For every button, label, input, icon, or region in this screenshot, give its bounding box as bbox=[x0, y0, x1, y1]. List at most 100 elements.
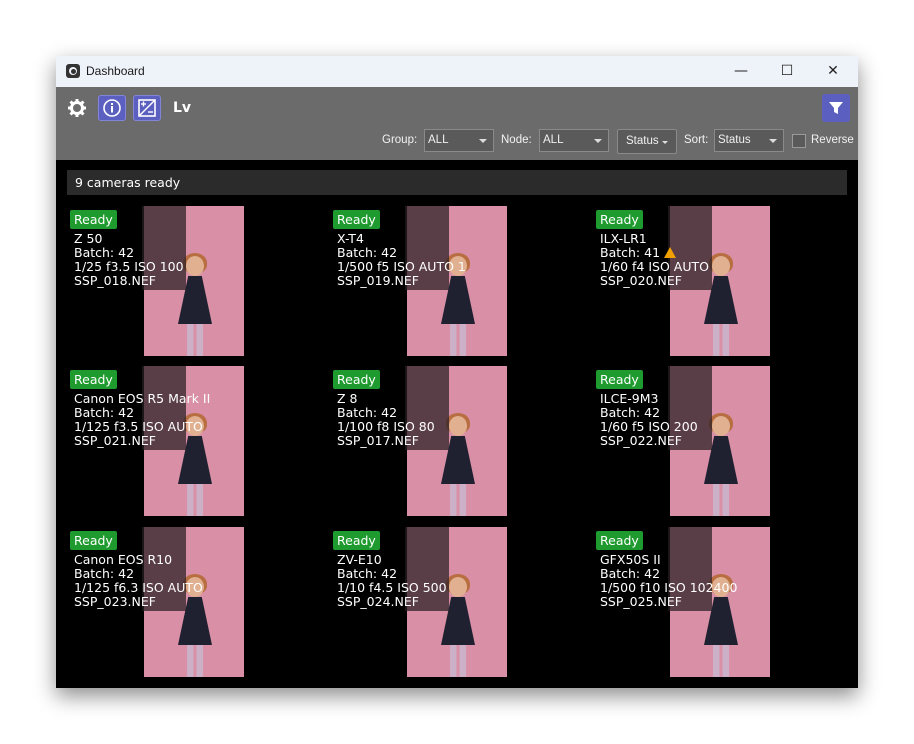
camera-batch: Batch: 41 bbox=[600, 245, 661, 260]
camera-batch: Batch: 42 bbox=[74, 405, 135, 420]
warning-icon bbox=[664, 247, 677, 258]
camera-model: GFX50S II bbox=[600, 552, 661, 567]
camera-card[interactable]: Ready Canon EOS R5 Mark II Batch: 42 1/125 … bbox=[70, 366, 310, 516]
node-label: Node: bbox=[501, 134, 532, 146]
group-select[interactable]: ALL bbox=[424, 129, 494, 152]
status-badge: Ready bbox=[333, 531, 380, 550]
group-label: Group: bbox=[382, 134, 418, 146]
sort-label: Sort: bbox=[684, 134, 709, 146]
status-badge: Ready bbox=[596, 210, 643, 229]
camera-card[interactable]: Ready Z 50 Batch: 42 1/25 f3.5 ISO 100 SSP_0… bbox=[70, 206, 310, 356]
camera-file: SSP_025.NEF bbox=[600, 594, 682, 609]
batch-line: Batch: 42 bbox=[337, 246, 466, 260]
camera-info: Z 8 Batch: 42 1/100 f8 ISO 80 SSP_017.NEF bbox=[337, 392, 435, 448]
title-bar[interactable]: Dashboard — ☐ ✕ bbox=[56, 56, 858, 87]
gear-icon[interactable] bbox=[63, 95, 91, 121]
status-summary: 9 cameras ready bbox=[67, 170, 847, 195]
camera-model: Z 50 bbox=[74, 231, 103, 246]
exposure-icon[interactable] bbox=[133, 95, 161, 121]
camera-model: X-T4 bbox=[337, 231, 364, 246]
camera-info: GFX50S II Batch: 42 1/500 f10 ISO 102400 SS… bbox=[600, 553, 737, 609]
camera-batch: Batch: 42 bbox=[600, 566, 661, 581]
window-title: Dashboard bbox=[86, 64, 145, 78]
camera-info: ZV-E10 Batch: 42 1/10 f4.5 ISO 500 SSP_024.… bbox=[337, 553, 447, 609]
camera-card[interactable]: Ready ZV-E10 Batch: 42 1/10 f4.5 ISO 500 SSP… bbox=[333, 527, 573, 677]
camera-card[interactable]: Ready Canon EOS R10 Batch: 42 1/125 f6.3 IS… bbox=[70, 527, 310, 677]
batch-line: Batch: 42 bbox=[74, 246, 184, 260]
camera-info: ILX-LR1 Batch: 41 1/60 f4 ISO AUTO SSP_020.… bbox=[600, 232, 709, 288]
node-select-value: ALL bbox=[543, 134, 564, 146]
info-icon[interactable] bbox=[98, 95, 126, 121]
camera-exposure: 1/125 f6.3 ISO AUTO bbox=[74, 580, 203, 595]
status-badge: Ready bbox=[333, 370, 380, 389]
camera-info: Canon EOS R5 Mark II Batch: 42 1/125 f3.5 … bbox=[74, 392, 210, 448]
camera-model: ILX-LR1 bbox=[600, 231, 647, 246]
camera-file: SSP_023.NEF bbox=[74, 594, 156, 609]
status-badge: Ready bbox=[70, 370, 117, 389]
camera-model: Z 8 bbox=[337, 391, 358, 406]
chevron-down-icon bbox=[769, 139, 777, 143]
camera-batch: Batch: 42 bbox=[337, 566, 398, 581]
camera-file: SSP_024.NEF bbox=[337, 594, 419, 609]
camera-grid: 9 cameras ready Ready Z 50 Batch: 42 1/25 f… bbox=[56, 160, 858, 688]
camera-exposure: 1/125 f3.5 ISO AUTO bbox=[74, 419, 203, 434]
chevron-down-icon bbox=[594, 139, 602, 143]
status-badge: Ready bbox=[596, 370, 643, 389]
chevron-down-icon bbox=[662, 141, 668, 144]
group-select-value: ALL bbox=[428, 134, 449, 146]
batch-line: Batch: 42 bbox=[337, 567, 447, 581]
camera-card[interactable]: Ready X-T4 Batch: 42 1/500 f5 ISO AUTO 1 SSP… bbox=[333, 206, 573, 356]
camera-model: Canon EOS R5 Mark II bbox=[74, 391, 211, 406]
camera-exposure: 1/100 f8 ISO 80 bbox=[337, 419, 435, 434]
camera-card[interactable]: Ready Z 8 Batch: 42 1/100 f8 ISO 80 SSP_017.… bbox=[333, 366, 573, 516]
status-badge: Ready bbox=[333, 210, 380, 229]
camera-exposure: 1/25 f3.5 ISO 100 bbox=[74, 259, 184, 274]
status-filter-label: Status bbox=[626, 135, 659, 147]
camera-card[interactable]: Ready ILCE-9M3 Batch: 42 1/60 f5 ISO 200 SSP… bbox=[596, 366, 836, 516]
status-filter-button[interactable]: Status bbox=[617, 129, 677, 154]
camera-model: ILCE-9M3 bbox=[600, 391, 659, 406]
camera-exposure: 1/60 f4 ISO AUTO bbox=[600, 259, 709, 274]
camera-exposure: 1/500 f5 ISO AUTO 1 bbox=[337, 259, 466, 274]
camera-file: SSP_018.NEF bbox=[74, 273, 156, 288]
batch-line: Batch: 42 bbox=[74, 567, 203, 581]
batch-line: Batch: 42 bbox=[600, 567, 737, 581]
camera-file: SSP_017.NEF bbox=[337, 433, 419, 448]
camera-card[interactable]: Ready GFX50S II Batch: 42 1/500 f10 ISO 102… bbox=[596, 527, 836, 677]
status-badge: Ready bbox=[70, 531, 117, 550]
batch-line: Batch: 41 bbox=[600, 246, 709, 260]
camera-info: X-T4 Batch: 42 1/500 f5 ISO AUTO 1 SSP_019.… bbox=[337, 232, 466, 288]
live-view-icon[interactable]: Lv bbox=[168, 95, 196, 121]
reverse-checkbox[interactable] bbox=[792, 134, 806, 148]
batch-line: Batch: 42 bbox=[337, 406, 435, 420]
reverse-label: Reverse bbox=[811, 134, 854, 146]
sort-select-value: Status bbox=[718, 134, 751, 146]
sort-select[interactable]: Status bbox=[714, 129, 784, 152]
camera-batch: Batch: 42 bbox=[337, 245, 398, 260]
camera-exposure: 1/60 f5 ISO 200 bbox=[600, 419, 698, 434]
camera-batch: Batch: 42 bbox=[74, 566, 135, 581]
node-select[interactable]: ALL bbox=[539, 129, 609, 152]
camera-info: Canon EOS R10 Batch: 42 1/125 f6.3 ISO AUT… bbox=[74, 553, 203, 609]
status-badge: Ready bbox=[70, 210, 117, 229]
camera-info: ILCE-9M3 Batch: 42 1/60 f5 ISO 200 SSP_022.… bbox=[600, 392, 698, 448]
camera-batch: Batch: 42 bbox=[74, 245, 135, 260]
filter-button[interactable] bbox=[822, 94, 850, 122]
camera-exposure: 1/10 f4.5 ISO 500 bbox=[337, 580, 447, 595]
batch-line: Batch: 42 bbox=[600, 406, 698, 420]
camera-card[interactable]: Ready ILX-LR1 Batch: 41 1/60 f4 ISO AUTO SSP… bbox=[596, 206, 836, 356]
camera-model: ZV-E10 bbox=[337, 552, 382, 567]
chevron-down-icon bbox=[479, 139, 487, 143]
camera-file: SSP_022.NEF bbox=[600, 433, 682, 448]
camera-batch: Batch: 42 bbox=[600, 405, 661, 420]
maximize-button[interactable]: ☐ bbox=[764, 56, 810, 87]
camera-exposure: 1/500 f10 ISO 102400 bbox=[600, 580, 738, 595]
close-button[interactable]: ✕ bbox=[810, 56, 856, 87]
dashboard-window: Dashboard — ☐ ✕ Lv Group: ALL Node: ALL … bbox=[56, 56, 858, 688]
status-badge: Ready bbox=[596, 531, 643, 550]
camera-file: SSP_019.NEF bbox=[337, 273, 419, 288]
app-icon bbox=[66, 64, 80, 78]
camera-file: SSP_020.NEF bbox=[600, 273, 682, 288]
batch-line: Batch: 42 bbox=[74, 406, 210, 420]
minimize-button[interactable]: — bbox=[718, 56, 764, 87]
